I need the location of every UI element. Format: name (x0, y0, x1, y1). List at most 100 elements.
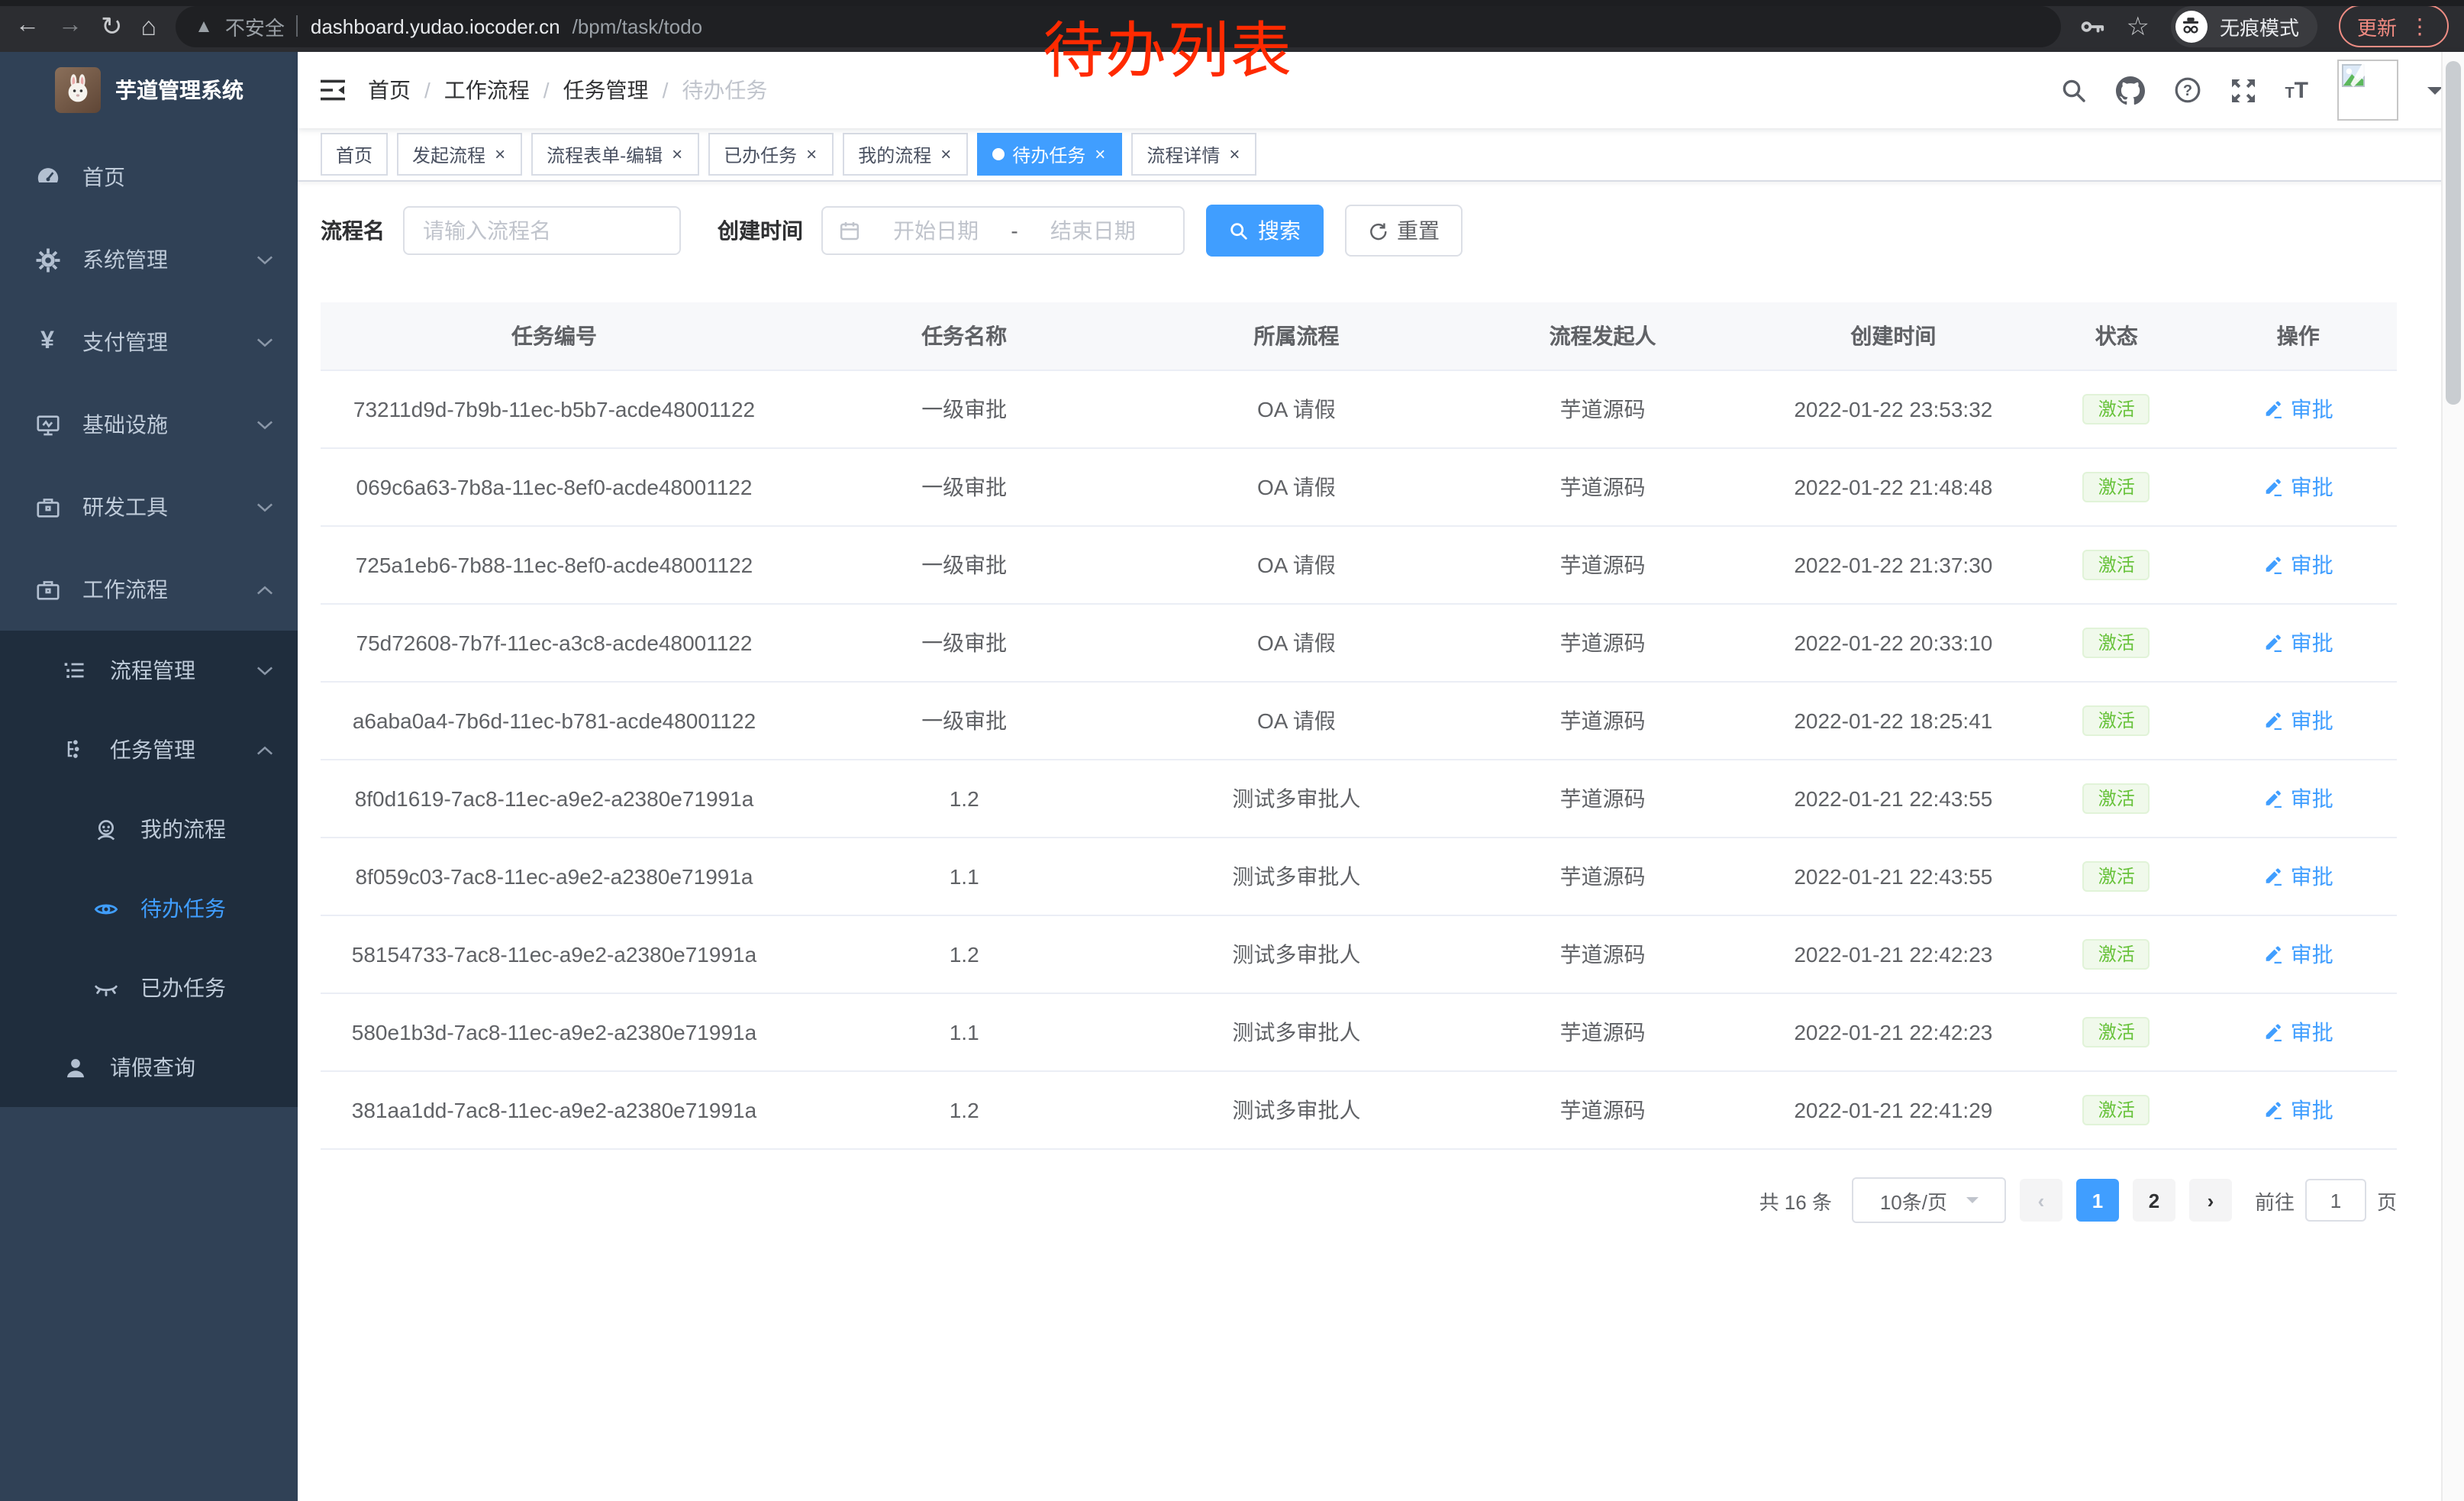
sidebar-item-task-mgmt[interactable]: 任务管理 (0, 710, 298, 789)
approve-link[interactable]: 审批 (2263, 705, 2333, 736)
url-divider (297, 15, 298, 37)
cell-id: 8f059c03-7ac8-11ec-a9e2-a2380e71991a (321, 838, 788, 915)
sidebar-item-payment-mgmt[interactable]: ¥支付管理 (0, 301, 298, 383)
page-scrollbar-thumb[interactable] (2446, 61, 2461, 405)
breadcrumb-item[interactable]: 工作流程 (444, 75, 530, 105)
approve-link[interactable]: 审批 (2263, 550, 2333, 580)
cell-action: 审批 (2200, 604, 2397, 682)
table-header-row: 任务编号任务名称所属流程流程发起人创建时间状态操作 (321, 302, 2397, 370)
browser-update-chip[interactable]: 更新 ⋮ (2339, 5, 2449, 47)
close-tab-icon[interactable]: × (493, 144, 507, 165)
approve-link-label: 审批 (2291, 472, 2333, 502)
date-range-picker[interactable]: 开始日期 - 结束日期 (821, 206, 1185, 255)
sidebar-collapse-icon[interactable] (298, 52, 368, 128)
help-question-icon[interactable]: ? (2173, 76, 2201, 104)
browser-back-icon[interactable]: ← (15, 14, 40, 38)
sidebar-logo-bar[interactable]: 芋道管理系统 (0, 52, 298, 128)
incognito-icon (2175, 10, 2208, 42)
chevron-down-icon (256, 419, 273, 430)
navbar-actions: ? TT (2060, 60, 2464, 121)
browser-reload-icon[interactable]: ↻ (101, 13, 123, 39)
reset-button[interactable]: 重置 (1345, 205, 1463, 257)
browser-menu-kebab-icon[interactable]: ⋮ (2409, 15, 2430, 37)
approve-link[interactable]: 审批 (2263, 861, 2333, 892)
cell-process: 测试多审批人 (1140, 993, 1452, 1071)
user-avatar[interactable] (2337, 60, 2398, 121)
filter-bar: 流程名 请输入流程名 创建时间 开始日期 - 结束日期 搜索 (321, 205, 2397, 257)
cell-status: 激活 (2033, 370, 2200, 448)
breadcrumb-item[interactable]: 任务管理 (563, 75, 649, 105)
url-path: /bpm/task/todo (572, 15, 703, 37)
tab-发起流程[interactable]: 发起流程× (397, 133, 522, 176)
breadcrumb-separator: / (543, 78, 550, 102)
close-tab-icon[interactable]: × (805, 144, 818, 165)
sidebar-item-home[interactable]: 首页 (0, 136, 298, 218)
tab-首页[interactable]: 首页 (321, 133, 388, 176)
chevron-down-icon (256, 665, 273, 676)
sidebar-item-process-mgmt[interactable]: 流程管理 (0, 631, 298, 710)
font-size-icon[interactable]: TT (2285, 79, 2308, 102)
close-tab-icon[interactable]: × (1227, 144, 1241, 165)
approve-link[interactable]: 审批 (2263, 1095, 2333, 1125)
tab-流程详情[interactable]: 流程详情× (1131, 133, 1256, 176)
search-icon[interactable] (2060, 77, 2086, 103)
next-page-button[interactable]: › (2189, 1179, 2232, 1222)
approve-link[interactable]: 审批 (2263, 1017, 2333, 1047)
browser-forward-icon[interactable]: → (58, 14, 82, 38)
sidebar-item-system-mgmt[interactable]: 系统管理 (0, 218, 298, 301)
sidebar-item-label: 基础设施 (82, 409, 256, 440)
goto-page-input[interactable]: 1 (2305, 1179, 2366, 1222)
fullscreen-icon[interactable] (2230, 77, 2256, 103)
cell-action: 审批 (2200, 526, 2397, 604)
cell-id: a6aba0a4-7b6d-11ec-b781-acde48001122 (321, 682, 788, 760)
sidebar-item-label: 工作流程 (82, 574, 256, 605)
github-icon[interactable] (2115, 76, 2144, 105)
tab-待办任务[interactable]: 待办任务× (977, 133, 1122, 176)
tab-流程表单-编辑[interactable]: 流程表单-编辑× (531, 133, 699, 176)
avatar-caret-down-icon[interactable] (2427, 86, 2443, 102)
svg-text:?: ? (2182, 82, 2191, 99)
search-button-label: 搜索 (1258, 215, 1301, 246)
browser-home-icon[interactable]: ⌂ (141, 13, 157, 39)
breadcrumb-item: 待办任务 (682, 75, 767, 105)
cell-action: 审批 (2200, 448, 2397, 526)
main-area: 首页/工作流程/任务管理/待办任务 ? TT (298, 52, 2464, 1501)
prev-page-button[interactable]: ‹ (2020, 1179, 2062, 1222)
approve-link[interactable]: 审批 (2263, 628, 2333, 658)
start-date-placeholder: 开始日期 (893, 215, 979, 246)
process-name-input[interactable]: 请输入流程名 (403, 206, 681, 255)
sidebar-item-workflow[interactable]: 工作流程 (0, 548, 298, 631)
sidebar-item-dev-tools[interactable]: 研发工具 (0, 466, 298, 548)
close-tab-icon[interactable]: × (1093, 144, 1107, 165)
tab-我的流程[interactable]: 我的流程× (843, 133, 968, 176)
table-row: 75d72608-7b7f-11ec-a3c8-acde48001122一级审批… (321, 604, 2397, 682)
cell-id: 069c6a63-7b8a-11ec-8ef0-acde48001122 (321, 448, 788, 526)
sidebar-item-todo-task[interactable]: 待办任务 (0, 869, 298, 948)
sidebar-item-infrastructure[interactable]: 基础设施 (0, 383, 298, 466)
cell-id: 580e1b3d-7ac8-11ec-a9e2-a2380e71991a (321, 993, 788, 1071)
bookmark-star-icon[interactable]: ☆ (2126, 13, 2150, 39)
sidebar-item-label: 流程管理 (110, 655, 256, 686)
sidebar-item-done-task[interactable]: 已办任务 (0, 948, 298, 1028)
page-button-2[interactable]: 2 (2133, 1179, 2175, 1222)
url-host: dashboard.yudao.iocoder.cn (311, 15, 560, 37)
sidebar-item-my-process[interactable]: 我的流程 (0, 789, 298, 869)
approve-link[interactable]: 审批 (2263, 783, 2333, 814)
table-row: 580e1b3d-7ac8-11ec-a9e2-a2380e71991a1.1测… (321, 993, 2397, 1071)
key-icon[interactable] (2079, 13, 2104, 39)
table-row: 725a1eb6-7b88-11ec-8ef0-acde48001122一级审批… (321, 526, 2397, 604)
approve-link[interactable]: 审批 (2263, 472, 2333, 502)
search-button[interactable]: 搜索 (1206, 205, 1324, 257)
close-tab-icon[interactable]: × (670, 144, 684, 165)
page-button-1[interactable]: 1 (2076, 1179, 2119, 1222)
sidebar-item-leave-query[interactable]: 请假查询 (0, 1028, 298, 1107)
page-size-select[interactable]: 10条/页 (1852, 1177, 2006, 1223)
column-header: 任务名称 (788, 302, 1140, 370)
cell-initiator: 芋道源码 (1452, 760, 1753, 838)
approve-link[interactable]: 审批 (2263, 394, 2333, 424)
close-tab-icon[interactable]: × (939, 144, 953, 165)
approve-link[interactable]: 审批 (2263, 939, 2333, 970)
top-navbar: 首页/工作流程/任务管理/待办任务 ? TT (298, 52, 2464, 128)
breadcrumb-item[interactable]: 首页 (368, 75, 411, 105)
tab-已办任务[interactable]: 已办任务× (708, 133, 834, 176)
